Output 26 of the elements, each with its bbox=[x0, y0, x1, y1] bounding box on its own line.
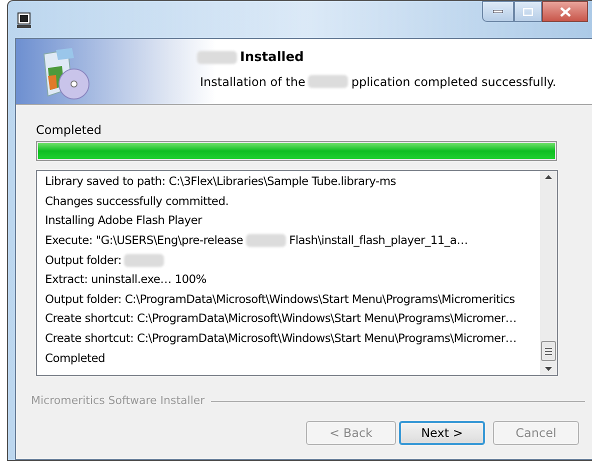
maximize-icon bbox=[523, 8, 533, 16]
scrollbar[interactable] bbox=[540, 171, 557, 375]
log-line: Create shortcut: C:\ProgramData\Microsoft\Windows\Start Menu\Programs\Micromer… bbox=[45, 310, 518, 328]
maximize-button[interactable] bbox=[514, 1, 542, 22]
log-line: Execute: "G:\USERS\Eng\pre-release Flash\install_flash_player_11_a… bbox=[45, 232, 469, 250]
log-line: Library saved to path: C:\3Flex\Libraries\Sample Tube.library-ms bbox=[45, 173, 397, 190]
installer-app-icon bbox=[16, 12, 32, 29]
minimize-icon bbox=[493, 10, 503, 13]
log-line: Installing Adobe Flash Player bbox=[45, 212, 204, 230]
installer-name-label: Micromeritics Software Installer bbox=[31, 393, 205, 409]
log-line: Create shortcut: C:\ProgramData\Microsoft\Windows\Start Menu\Programs\Micromer… bbox=[45, 330, 518, 347]
minimize-button[interactable] bbox=[482, 1, 514, 22]
log-line: Changes successfully committed. bbox=[45, 192, 230, 210]
close-button[interactable] bbox=[542, 1, 588, 22]
header-subtitle: Installation of the pplication completed successfully. bbox=[200, 74, 556, 90]
wizard-button[interactable]: Next > bbox=[399, 420, 485, 444]
log-line: Completed bbox=[45, 350, 106, 367]
log-line: Output folder: bbox=[45, 250, 540, 270]
log-line: Extract: uninstall.exe… 100% bbox=[45, 271, 208, 288]
scroll-up-icon[interactable] bbox=[545, 175, 552, 179]
status-label: Completed bbox=[36, 123, 102, 137]
header-title: Installed bbox=[194, 48, 556, 68]
log-line: Output folder: C:\ProgramData\Microsoft\Windows\Start Menu\Programs\Micromeritics bbox=[45, 290, 516, 308]
scroll-down-icon[interactable] bbox=[545, 367, 552, 371]
close-icon bbox=[560, 6, 570, 16]
scroll-thumb[interactable] bbox=[541, 341, 556, 361]
